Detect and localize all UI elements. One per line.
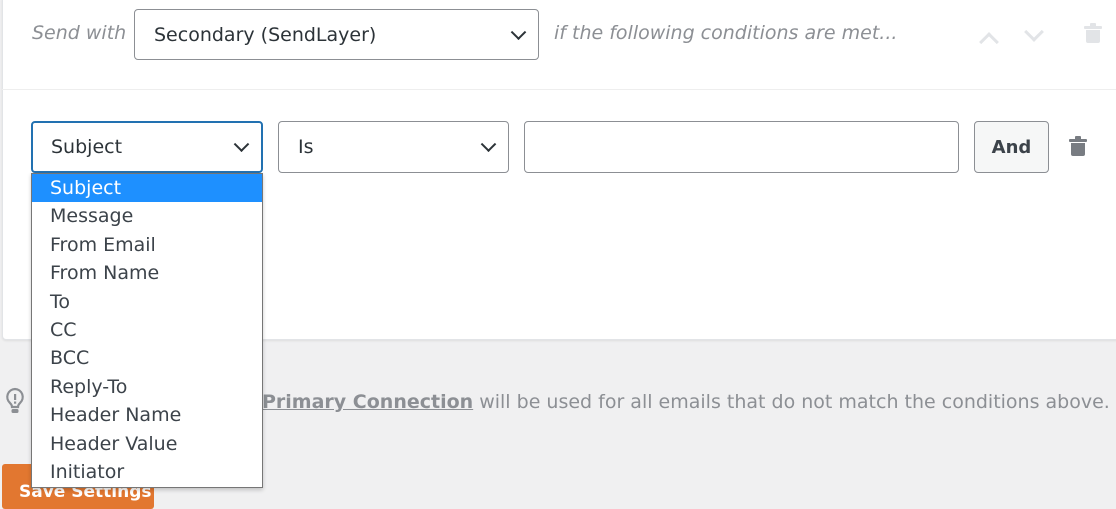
dropdown-option[interactable]: Reply-To (32, 373, 262, 401)
condition-field-select[interactable]: Subject (31, 121, 263, 173)
dropdown-option[interactable]: From Name (32, 259, 262, 287)
divider (2, 89, 1116, 90)
conditions-label: if the following conditions are met... (554, 22, 898, 44)
dropdown-option[interactable]: BCC (32, 344, 262, 372)
dropdown-option[interactable]: Header Value (32, 430, 262, 458)
condition-value-input[interactable] (524, 121, 959, 173)
condition-operator-select[interactable]: Is (278, 121, 509, 173)
dropdown-option[interactable]: Subject (32, 174, 262, 203)
delete-rule-icon[interactable] (1084, 23, 1102, 43)
fallback-note-text: will be used for all emails that do not … (473, 391, 1110, 413)
primary-connection-link[interactable]: Primary Connection (262, 391, 473, 413)
send-with-label: Send with (32, 22, 127, 44)
dropdown-option[interactable]: CC (32, 316, 262, 344)
and-button[interactable]: And (974, 121, 1049, 173)
dropdown-option[interactable]: Initiator (32, 458, 262, 486)
field-dropdown-list: Subject Message From Email From Name To … (31, 173, 263, 488)
dropdown-option[interactable]: Message (32, 202, 262, 230)
chevron-down-icon (510, 23, 527, 40)
dropdown-option[interactable]: To (32, 288, 262, 316)
condition-operator-value: Is (298, 136, 314, 158)
connection-select[interactable]: Secondary (SendLayer) (134, 9, 539, 60)
dropdown-option[interactable]: From Email (32, 231, 262, 259)
chevron-down-icon (480, 136, 497, 153)
lightbulb-icon (6, 387, 24, 413)
fallback-note: Primary Connection will be used for all … (262, 391, 1110, 413)
chevron-down-icon (233, 136, 250, 153)
delete-condition-icon[interactable] (1069, 136, 1087, 156)
condition-field-value: Subject (51, 136, 123, 158)
dropdown-option[interactable]: Header Name (32, 401, 262, 429)
connection-select-value: Secondary (SendLayer) (154, 23, 377, 46)
